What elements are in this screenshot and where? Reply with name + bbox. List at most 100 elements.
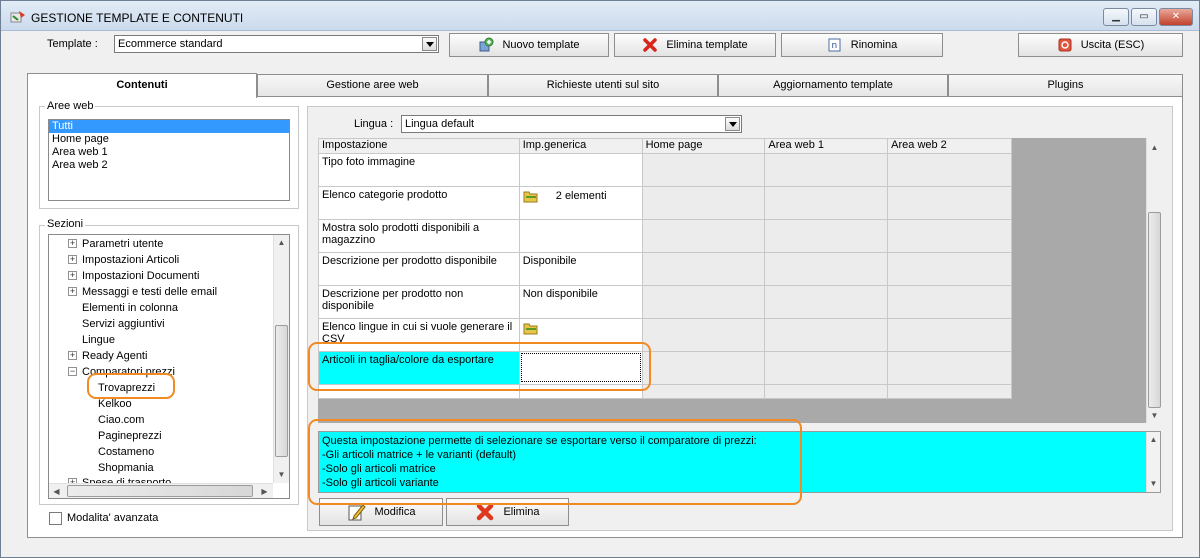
minimize-button[interactable]: ▁ [1103, 8, 1129, 26]
chevron-down-icon[interactable] [422, 37, 437, 51]
tree-item-costameno[interactable]: Costameno [49, 444, 273, 460]
col-header-imp-generica[interactable]: Imp.generica [518, 138, 643, 154]
setting-name[interactable]: Descrizione per prodotto disponibile [318, 252, 520, 286]
tree-item-impostazioni-documenti[interactable]: + Impostazioni Documenti [49, 268, 273, 284]
rename-button[interactable]: n Rinomina [781, 33, 943, 57]
setting-value-area-web-2[interactable] [887, 318, 1012, 352]
tab-gestione-aree-web[interactable]: Gestione aree web [257, 74, 488, 96]
expand-plus-icon[interactable]: + [68, 287, 77, 296]
setting-name[interactable]: Elenco lingue in cui si vuole generare i… [318, 318, 520, 352]
tab-plugins[interactable]: Plugins [948, 74, 1183, 96]
setting-value-area-web-1[interactable] [764, 153, 889, 187]
scroll-thumb[interactable] [1148, 212, 1161, 408]
setting-value-home-page[interactable] [641, 351, 766, 385]
setting-value-area-web-1[interactable] [764, 186, 889, 220]
sezioni-vertical-scrollbar[interactable]: ▲ ▼ [273, 235, 289, 483]
setting-value-area-web-1[interactable] [764, 219, 889, 253]
selected-cell-editor[interactable] [520, 353, 641, 382]
setting-value-generica[interactable] [518, 318, 643, 352]
list-item-tutti[interactable]: Tutti [49, 120, 289, 133]
setting-value-generica[interactable] [518, 153, 643, 187]
tree-item-impostazioni-articoli[interactable]: + Impostazioni Articoli [49, 252, 273, 268]
scroll-up-icon[interactable]: ▲ [1147, 432, 1160, 447]
setting-value-area-web-2[interactable] [887, 351, 1012, 385]
tree-item-comparatori-prezzi[interactable]: − Comparatori prezzi [49, 364, 273, 380]
sezioni-tree[interactable]: + Parametri utente + Impostazioni Artico… [48, 234, 290, 499]
table-row[interactable]: Descrizione per prodotto non disponibile… [318, 285, 1012, 319]
grid-vertical-scrollbar[interactable]: ▲ ▼ [1146, 138, 1162, 423]
setting-value-area-web-1[interactable] [764, 351, 889, 385]
tab-aggiornamento-template[interactable]: Aggiornamento template [718, 74, 948, 96]
setting-value-area-web-2[interactable] [887, 285, 1012, 319]
description-scrollbar[interactable]: ▲ ▼ [1146, 432, 1160, 492]
tree-item-shopmania[interactable]: Shopmania [49, 460, 273, 476]
table-row[interactable]: Mostra solo prodotti disponibili a magaz… [318, 219, 1012, 253]
template-select[interactable]: Ecommerce standard [114, 35, 439, 53]
scroll-thumb[interactable] [275, 325, 288, 457]
scroll-up-icon[interactable]: ▲ [1147, 140, 1162, 155]
scroll-down-icon[interactable]: ▼ [1147, 476, 1160, 491]
col-header-area-web-2[interactable]: Area web 2 [887, 138, 1012, 154]
modifica-button[interactable]: Modifica [319, 498, 443, 526]
tree-item-lingue[interactable]: Lingue [49, 332, 273, 348]
col-header-area-web-1[interactable]: Area web 1 [764, 138, 889, 154]
setting-name[interactable]: Mostra solo prodotti disponibili a magaz… [318, 219, 520, 253]
delete-template-button[interactable]: Elimina template [614, 33, 776, 57]
setting-value-home-page[interactable] [641, 153, 766, 187]
scroll-right-icon[interactable]: ▶ [257, 484, 272, 498]
scroll-down-icon[interactable]: ▼ [1147, 408, 1162, 423]
setting-value-area-web-1[interactable] [764, 318, 889, 352]
modalita-avanzata-checkbox[interactable] [49, 512, 62, 525]
tree-item-parametri-utente[interactable]: + Parametri utente [49, 236, 273, 252]
setting-value-generica[interactable]: 2 elementi [518, 186, 643, 220]
collapse-minus-icon[interactable]: − [68, 367, 77, 376]
setting-value-home-page[interactable] [641, 285, 766, 319]
tree-item-pagineprezzi[interactable]: Pagineprezzi [49, 428, 273, 444]
expand-plus-icon[interactable]: + [68, 239, 77, 248]
expand-plus-icon[interactable]: + [68, 255, 77, 264]
setting-value-home-page[interactable] [641, 186, 766, 220]
setting-value-generica[interactable] [518, 219, 643, 253]
list-item-home-page[interactable]: Home page [49, 133, 289, 146]
setting-value-area-web-1[interactable] [764, 285, 889, 319]
setting-value-area-web-2[interactable] [887, 252, 1012, 286]
new-template-button[interactable]: Nuovo template [449, 33, 609, 57]
sezioni-horizontal-scrollbar[interactable]: ◀ ▶ [49, 483, 273, 498]
table-row-selected[interactable]: Articoli in taglia/colore da esportare [318, 351, 1012, 385]
setting-name[interactable]: Descrizione per prodotto non disponibile [318, 285, 520, 319]
scroll-up-icon[interactable]: ▲ [274, 235, 289, 250]
setting-value-home-page[interactable] [641, 219, 766, 253]
tab-contenuti[interactable]: Contenuti [27, 73, 257, 98]
table-row[interactable]: Descrizione per prodotto disponibile Dis… [318, 252, 1012, 286]
scroll-down-icon[interactable]: ▼ [274, 467, 289, 482]
tree-item-messaggi-email[interactable]: + Messaggi e testi delle email [49, 284, 273, 300]
setting-name[interactable]: Elenco categorie prodotto [318, 186, 520, 220]
setting-value-home-page[interactable] [641, 252, 766, 286]
tree-item-servizi-aggiuntivi[interactable]: Servizi aggiuntivi [49, 316, 273, 332]
aree-web-list[interactable]: Tutti Home page Area web 1 Area web 2 [48, 119, 290, 201]
list-item-area-web-2[interactable]: Area web 2 [49, 159, 289, 172]
tree-item-ciao-com[interactable]: Ciao.com [49, 412, 273, 428]
tree-item-trovaprezzi[interactable]: Trovaprezzi [49, 380, 273, 396]
col-header-home-page[interactable]: Home page [641, 138, 766, 154]
table-row[interactable]: Elenco lingue in cui si vuole generare i… [318, 318, 1012, 352]
exit-button[interactable]: Uscita (ESC) [1018, 33, 1183, 57]
close-button[interactable]: ✕ [1159, 8, 1193, 26]
setting-value-home-page[interactable] [641, 318, 766, 352]
scroll-left-icon[interactable]: ◀ [49, 484, 64, 498]
setting-name[interactable]: Articoli in taglia/colore da esportare [318, 351, 520, 385]
setting-name[interactable]: Tipo foto immagine [318, 153, 520, 187]
elimina-button[interactable]: Elimina [446, 498, 569, 526]
setting-value-area-web-1[interactable] [764, 252, 889, 286]
list-item-area-web-1[interactable]: Area web 1 [49, 146, 289, 159]
tab-richieste-utenti[interactable]: Richieste utenti sul sito [488, 74, 718, 96]
expand-plus-icon[interactable]: + [68, 351, 77, 360]
col-header-impostazione[interactable]: Impostazione [318, 138, 520, 154]
tree-item-elementi-in-colonna[interactable]: Elementi in colonna [49, 300, 273, 316]
setting-value-generica[interactable]: Disponibile [518, 252, 643, 286]
tree-item-kelkoo[interactable]: Kelkoo [49, 396, 273, 412]
setting-value-generica[interactable] [518, 351, 643, 385]
chevron-down-icon[interactable] [725, 117, 740, 131]
setting-value-area-web-2[interactable] [887, 186, 1012, 220]
setting-value-area-web-2[interactable] [887, 219, 1012, 253]
